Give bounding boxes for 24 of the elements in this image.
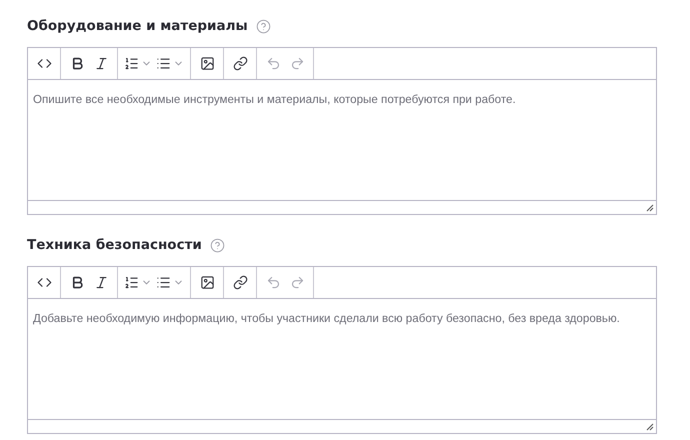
undo-icon	[266, 275, 280, 290]
link-icon	[232, 56, 248, 71]
field-label: Техника безопасности	[27, 237, 202, 253]
resize-handle-icon[interactable]	[646, 423, 654, 431]
redo-icon	[290, 275, 304, 290]
help-icon[interactable]	[210, 238, 225, 252]
bullet-list-icon	[156, 275, 171, 290]
bullet-list-icon	[156, 56, 171, 71]
redo-icon	[290, 56, 304, 71]
undo-icon	[266, 56, 280, 71]
image-icon	[200, 275, 214, 290]
link-icon	[232, 275, 248, 290]
numbered-list-icon	[124, 275, 139, 290]
code-icon	[36, 275, 52, 290]
field-label: Оборудование и материалы	[27, 18, 248, 34]
rich-text-editor[interactable]: Добавьте необходимую информацию, чтобы участники сделали всю работу безопасно, без вреда здоровью.	[27, 266, 657, 434]
italic-icon	[94, 275, 108, 290]
image-icon	[200, 56, 214, 71]
rich-text-editor[interactable]: Опишите все необходимые инструменты и материалы, которые потребуются при работе.	[27, 47, 657, 215]
resize-handle-icon[interactable]	[646, 204, 654, 212]
code-icon	[36, 56, 52, 71]
help-icon[interactable]	[256, 18, 271, 34]
numbered-list-icon	[124, 56, 139, 71]
italic-icon	[94, 56, 108, 71]
